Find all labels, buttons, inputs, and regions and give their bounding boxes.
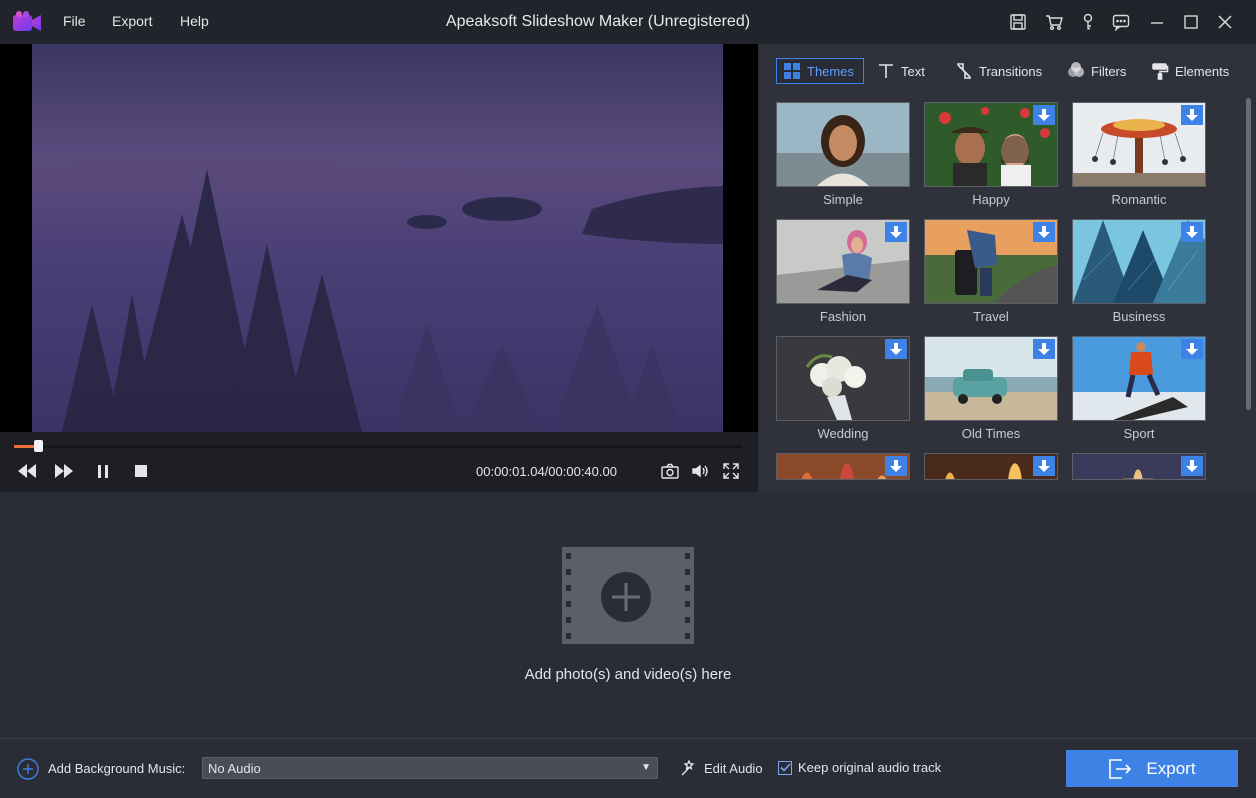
key-icon[interactable]: [1077, 11, 1099, 33]
download-icon[interactable]: [1181, 339, 1203, 359]
title-bar: File Export Help Apeaksoft Slideshow Mak…: [0, 0, 1256, 44]
tab-text[interactable]: Text: [871, 58, 931, 84]
download-icon[interactable]: [885, 222, 907, 242]
bg-music-label: Add Background Music:: [48, 761, 186, 776]
theme-wedding[interactable]: [776, 336, 910, 421]
pause-icon[interactable]: [91, 460, 115, 482]
progress-bar[interactable]: [14, 440, 742, 452]
tab-transitions[interactable]: Transitions: [949, 58, 1048, 84]
filter-icon: [1068, 62, 1084, 77]
transition-icon: [957, 63, 971, 79]
grid-icon: [784, 63, 800, 79]
theme-label: Old Times: [961, 426, 1021, 441]
tab-label: Filters: [1091, 63, 1127, 79]
theme-item-10[interactable]: [776, 453, 910, 480]
minimize-icon[interactable]: [1146, 11, 1168, 33]
download-icon[interactable]: [1181, 456, 1203, 476]
stop-icon[interactable]: [129, 460, 153, 482]
theme-label: Fashion: [819, 309, 867, 324]
progress-handle[interactable]: [34, 440, 44, 452]
tab-label: Themes: [807, 63, 854, 79]
export-label: Export: [1146, 758, 1196, 778]
tab-label: Elements: [1175, 63, 1230, 79]
fast-forward-icon[interactable]: [52, 460, 76, 482]
keep-original-checkbox[interactable]: [778, 760, 792, 775]
theme-label: Happy: [972, 192, 1010, 207]
theme-item-12[interactable]: [1072, 453, 1206, 480]
theme-label: Wedding: [817, 426, 869, 441]
audio-select[interactable]: No Audio ▼: [202, 757, 658, 779]
theme-label: Simple: [823, 192, 863, 207]
theme-simple-image: [777, 103, 909, 186]
download-icon[interactable]: [1033, 105, 1055, 125]
download-icon[interactable]: [1181, 222, 1203, 242]
tab-label: Text: [901, 63, 925, 79]
snapshot-icon[interactable]: [658, 460, 682, 482]
theme-item-11[interactable]: [924, 453, 1058, 480]
timecode: 00:00:01.04/00:00:40.00: [476, 464, 617, 479]
magic-wand-icon: [681, 759, 695, 776]
theme-romantic[interactable]: [1072, 102, 1206, 187]
theme-happy[interactable]: [924, 102, 1058, 187]
theme-label: Romantic: [1111, 192, 1167, 207]
tab-elements[interactable]: Elements: [1145, 58, 1235, 84]
rewind-icon[interactable]: [15, 460, 39, 482]
theme-label: Sport: [1123, 426, 1155, 441]
volume-icon[interactable]: [688, 460, 712, 482]
theme-label: Business: [1112, 309, 1166, 324]
bottom-bar: Add Background Music: No Audio ▼ Edit Au…: [0, 738, 1256, 798]
add-media-icon[interactable]: [562, 547, 694, 644]
feedback-icon[interactable]: [1110, 11, 1132, 33]
effects-panel: Themes Text Transitions Filters Elements: [759, 44, 1256, 492]
theme-simple[interactable]: [776, 102, 910, 187]
preview-image: [32, 44, 723, 432]
close-icon[interactable]: [1214, 11, 1236, 33]
edit-audio-button[interactable]: Edit Audio: [680, 759, 763, 777]
export-icon: [1109, 758, 1132, 779]
edit-audio-label: Edit Audio: [704, 760, 763, 776]
theme-fashion[interactable]: [776, 219, 910, 304]
paint-roller-icon: [1152, 63, 1169, 80]
download-icon[interactable]: [885, 456, 907, 476]
theme-old-times[interactable]: [924, 336, 1058, 421]
fullscreen-icon[interactable]: [719, 460, 743, 482]
chevron-down-icon: ▼: [641, 762, 651, 773]
themes-scrollbar[interactable]: [1246, 98, 1251, 410]
export-button[interactable]: Export: [1066, 750, 1238, 787]
download-icon[interactable]: [1181, 105, 1203, 125]
tab-label: Transitions: [979, 63, 1043, 79]
theme-label: Travel: [973, 309, 1009, 324]
tab-filters[interactable]: Filters: [1061, 58, 1132, 84]
theme-business[interactable]: [1072, 219, 1206, 304]
app-window: File Export Help Apeaksoft Slideshow Mak…: [0, 0, 1256, 798]
download-icon[interactable]: [885, 339, 907, 359]
maximize-icon[interactable]: [1180, 11, 1202, 33]
media-drop-area[interactable]: Add photo(s) and video(s) here: [0, 492, 1256, 738]
cart-icon[interactable]: [1043, 11, 1065, 33]
theme-travel[interactable]: [924, 219, 1058, 304]
download-icon[interactable]: [1033, 222, 1055, 242]
video-preview[interactable]: [0, 44, 758, 432]
preview-player: 00:00:01.04/00:00:40.00: [0, 44, 758, 492]
drop-hint: Add photo(s) and video(s) here: [524, 666, 732, 683]
audio-select-value: No Audio: [208, 761, 261, 776]
keep-original-audio[interactable]: Keep original audio track: [778, 760, 941, 775]
text-icon: [879, 64, 893, 78]
theme-sport[interactable]: [1072, 336, 1206, 421]
save-icon[interactable]: [1007, 11, 1029, 33]
download-icon[interactable]: [1033, 339, 1055, 359]
download-icon[interactable]: [1033, 456, 1055, 476]
keep-original-label: Keep original audio track: [798, 760, 942, 775]
tab-themes[interactable]: Themes: [776, 58, 864, 84]
add-music-icon[interactable]: [17, 758, 39, 780]
